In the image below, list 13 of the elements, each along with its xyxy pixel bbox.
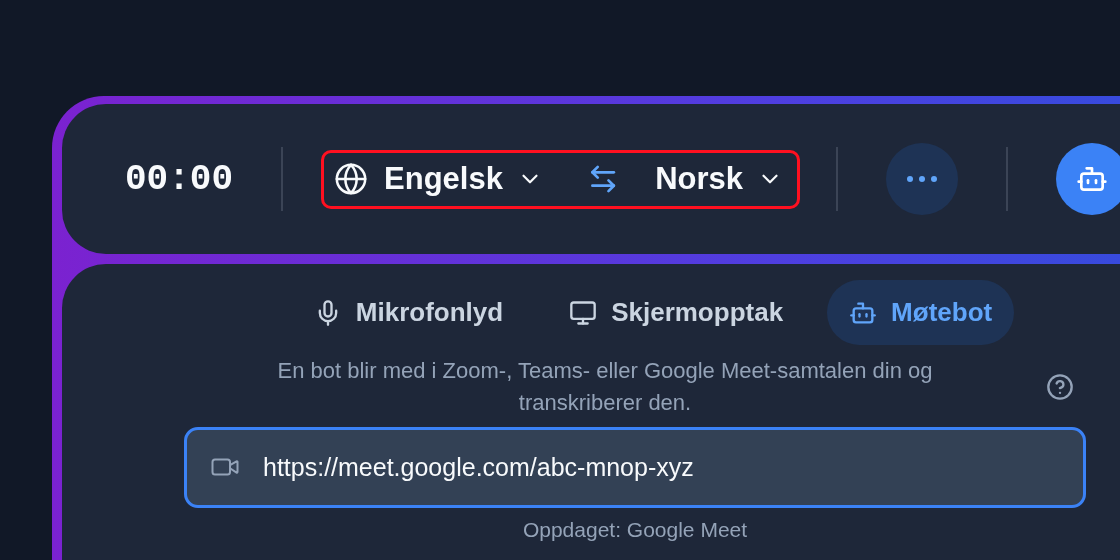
bot-button[interactable] <box>1056 143 1120 215</box>
detected-platform-text: Oppdaget: Google Meet <box>522 518 748 542</box>
more-icon <box>906 175 938 183</box>
target-language-dropdown[interactable]: Norsk <box>655 161 783 197</box>
monitor-icon <box>569 298 598 327</box>
source-tab[interactable]: Møtebot <box>827 280 1015 345</box>
help-icon[interactable] <box>1046 373 1074 401</box>
timer: 00:00 <box>125 158 235 200</box>
description-text: En bot blir med i Zoom-, Teams- eller Google Meet-samtalen din og transkriberer den. <box>276 357 934 417</box>
source-language-dropdown[interactable]: Engelsk <box>384 161 543 197</box>
source-tab[interactable]: Skjermopptak <box>547 280 806 345</box>
source-tab[interactable]: Mikrofonlyd <box>291 280 526 345</box>
meeting-link-field[interactable]: https://meet.google.com/abc-mnop-xyz <box>184 427 1086 508</box>
